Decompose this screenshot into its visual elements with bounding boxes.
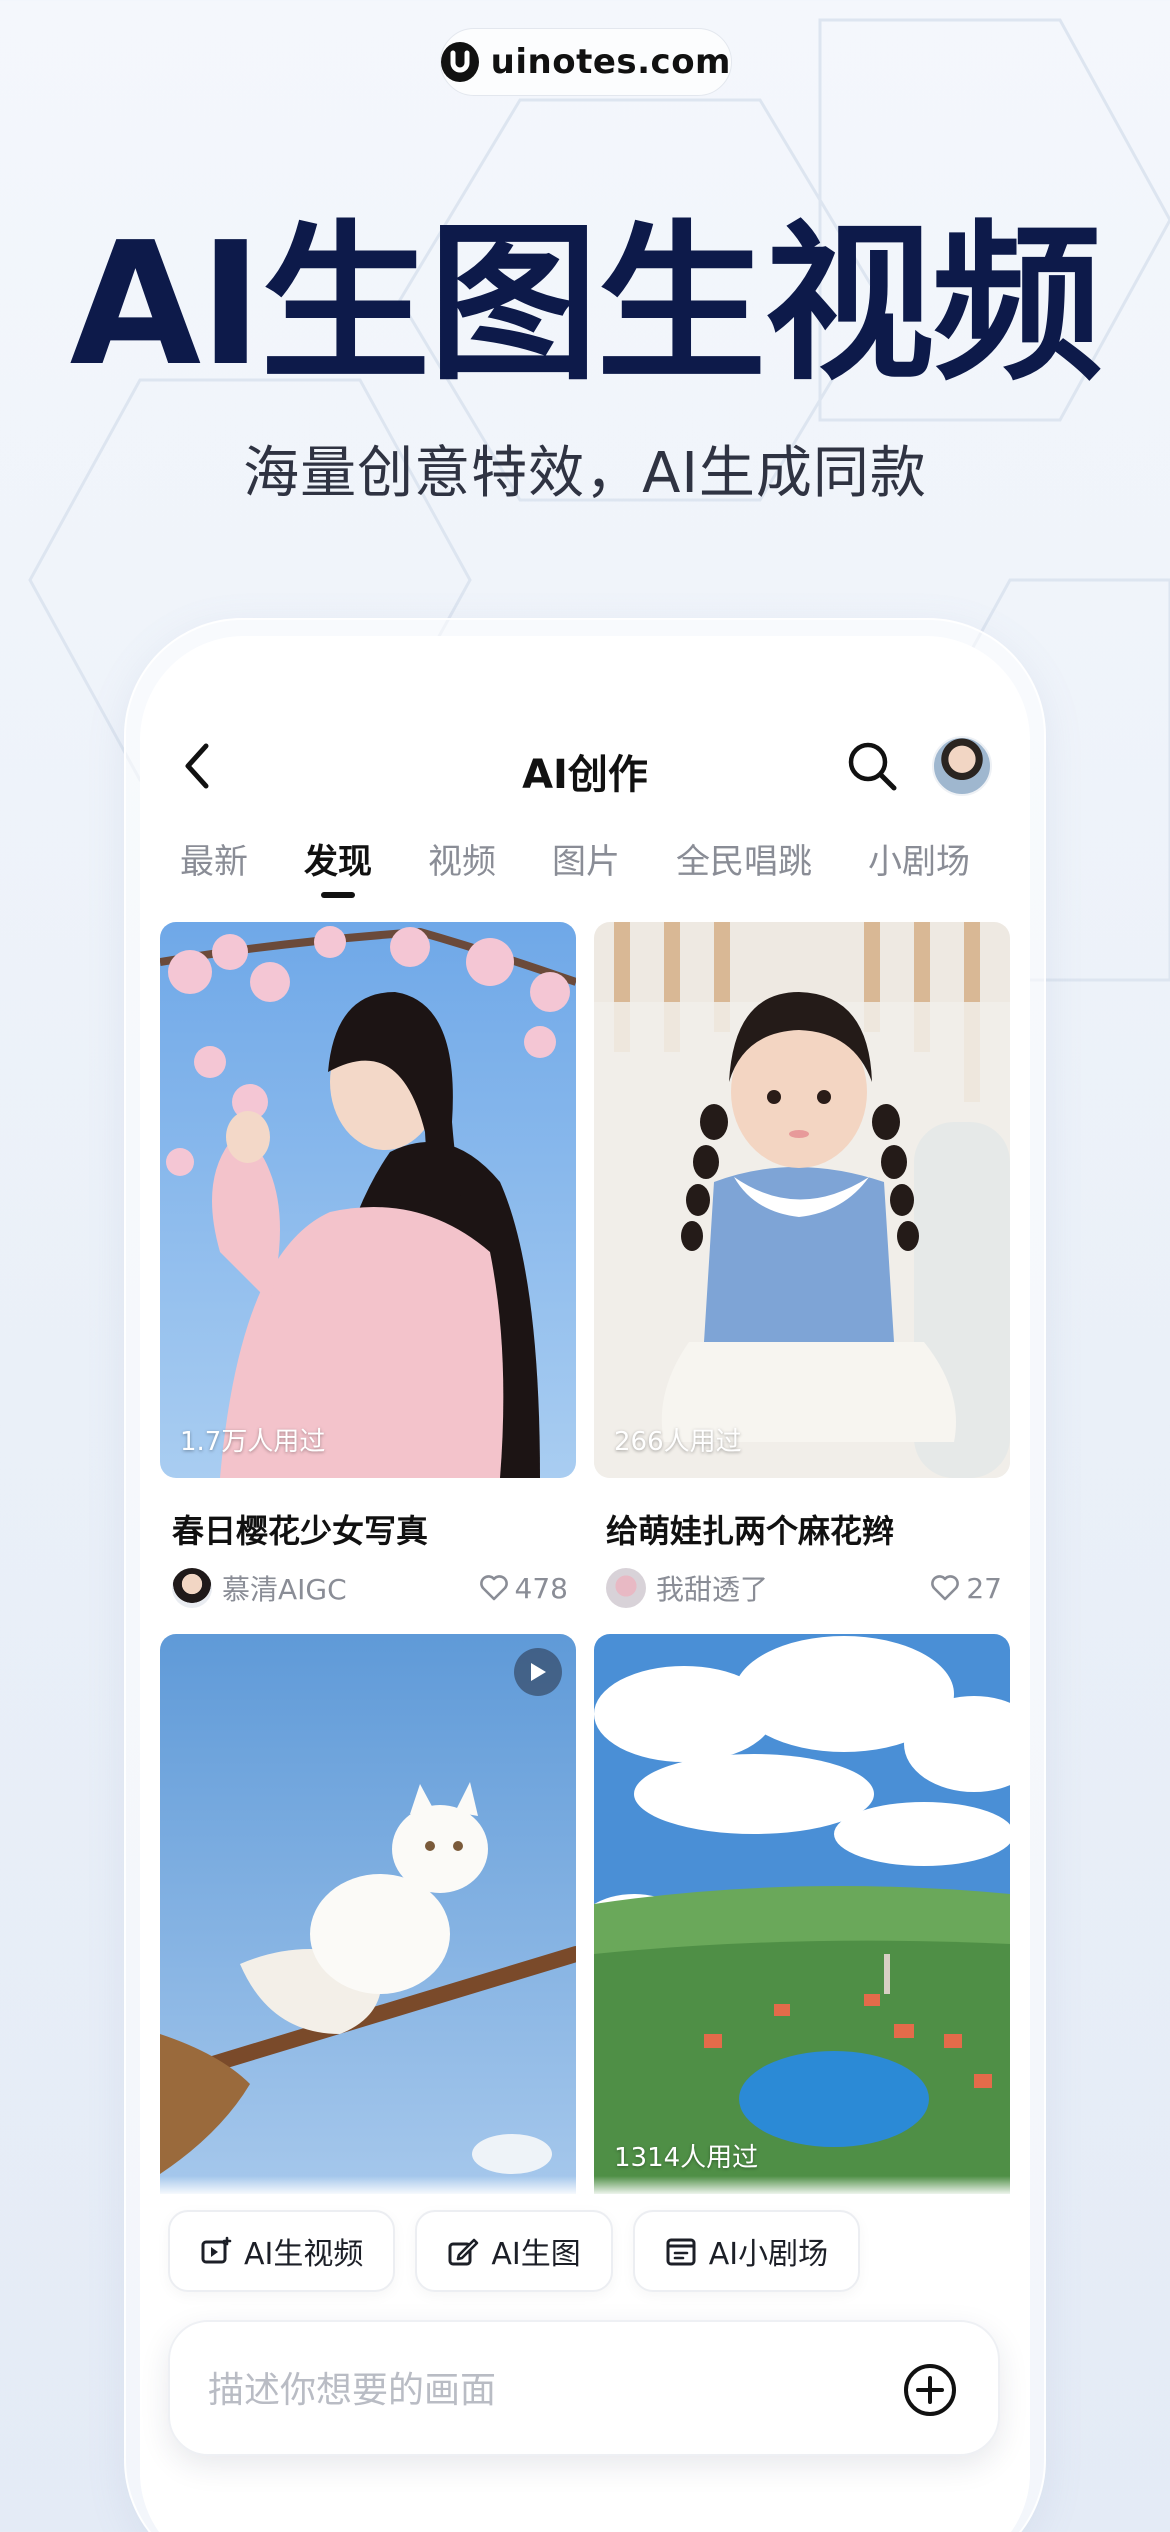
prompt-box (168, 2320, 1000, 2456)
heart-icon (931, 1575, 960, 1601)
plus-circle-icon (904, 2364, 956, 2416)
play-button[interactable] (514, 1648, 562, 1696)
search-icon (848, 742, 897, 791)
like-count: 27 (966, 1571, 1002, 1605)
tab-discover[interactable]: 发现 (304, 832, 372, 902)
template-title: 给萌娃扎两个麻花辫 (606, 1512, 895, 1550)
ai-video-label: AI生视频 (244, 2237, 364, 2272)
watermark-badge: uinotes.com (440, 28, 732, 96)
ai-image-button[interactable]: AI生图 (415, 2210, 613, 2292)
app-screen: AI创作 最新 发现 视频 图片 全民唱跳 小剧场 1.7万人用过 春日樱花少女… (140, 636, 1030, 2532)
template-thumbnail[interactable]: 1314人用过 (594, 1634, 1010, 2194)
category-tabs: 最新 发现 视频 图片 全民唱跳 小剧场 (180, 832, 1020, 912)
play-icon (531, 1663, 546, 1681)
like-button[interactable]: 27 (930, 1572, 1002, 1605)
add-attachment-button[interactable] (900, 2360, 960, 2420)
template-thumbnail[interactable]: 1.7万人用过 (160, 922, 576, 1478)
template-card-3[interactable] (160, 1634, 576, 2194)
usage-count: 266人用过 (614, 1427, 742, 1457)
template-meta: 我甜透了 27 (606, 1566, 1002, 1610)
search-button[interactable] (840, 734, 904, 798)
quick-actions: AI生视频 AI生图 AI小剧场 (168, 2210, 861, 2292)
template-card-2[interactable]: 266人用过 给萌娃扎两个麻花辫 我甜透了 27 (594, 922, 1010, 1622)
user-avatar[interactable] (932, 736, 992, 796)
ai-theater-label: AI小剧场 (708, 2237, 829, 2272)
uinotes-logo-icon (441, 42, 479, 82)
hero-title: AI生图生视频 (69, 206, 1103, 404)
author-avatar[interactable] (172, 1568, 212, 1608)
author-name[interactable]: 慕清AIGC (222, 1568, 479, 1608)
hero-subtitle: 海量创意特效，AI生成同款 (243, 441, 927, 506)
template-card-1[interactable]: 1.7万人用过 春日樱花少女写真 慕清AIGC 478 (160, 922, 576, 1622)
ai-image-label: AI生图 (491, 2237, 581, 2272)
author-name[interactable]: 我甜透了 (656, 1568, 930, 1608)
template-thumbnail[interactable] (160, 1634, 576, 2194)
like-count: 478 (514, 1571, 568, 1605)
like-button[interactable]: 478 (479, 1572, 568, 1605)
navigation-bar: AI创作 (140, 716, 1030, 816)
tab-mini-theater[interactable]: 小剧场 (868, 832, 970, 902)
template-card-4[interactable]: 1314人用过 (594, 1634, 1010, 2194)
video-spark-icon (201, 2236, 232, 2264)
pen-image-icon (448, 2238, 479, 2266)
template-thumbnail[interactable]: 266人用过 (594, 922, 1010, 1478)
watermark-text: uinotes.com (490, 42, 731, 82)
tab-video[interactable]: 视频 (428, 832, 496, 902)
usage-count: 1.7万人用过 (180, 1427, 326, 1457)
tab-latest[interactable]: 最新 (180, 832, 248, 902)
ai-theater-button[interactable]: AI小剧场 (632, 2210, 861, 2292)
ai-video-button[interactable]: AI生视频 (168, 2210, 396, 2292)
heart-icon (479, 1575, 508, 1601)
author-avatar[interactable] (606, 1568, 646, 1608)
tab-image[interactable]: 图片 (552, 832, 620, 902)
tab-sing-dance[interactable]: 全民唱跳 (676, 832, 812, 902)
template-meta: 慕清AIGC 478 (172, 1566, 568, 1610)
usage-count: 1314人用过 (614, 2143, 759, 2173)
template-title: 春日樱花少女写真 (172, 1512, 429, 1550)
prompt-input[interactable] (208, 2360, 848, 2420)
theater-icon (666, 2238, 696, 2266)
